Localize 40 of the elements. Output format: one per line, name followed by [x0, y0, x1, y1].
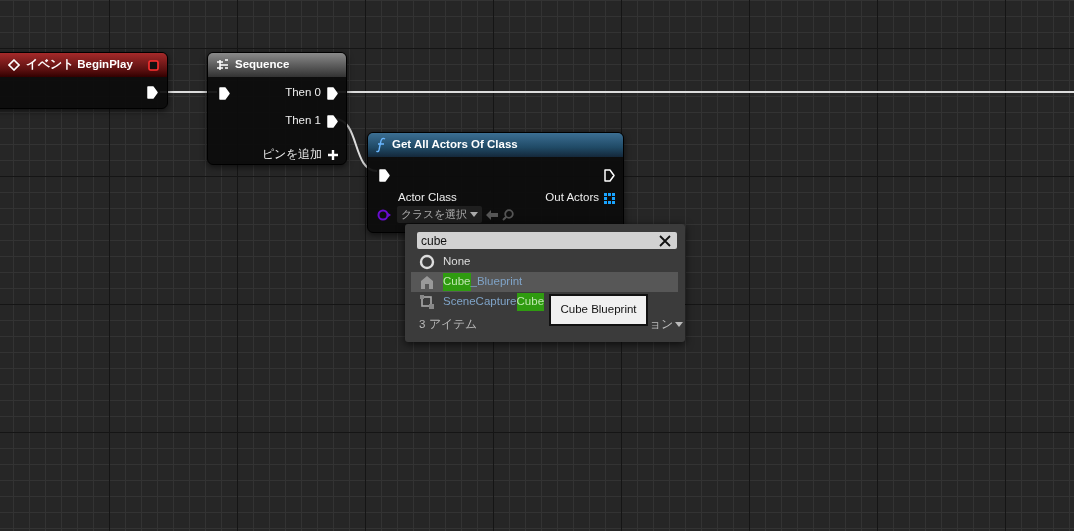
item-count: 3 アイテム	[419, 317, 477, 332]
pin-label: Out Actors	[545, 190, 599, 206]
node-title: イベント BeginPlay	[26, 57, 133, 73]
caret-icon	[675, 322, 683, 328]
graph-node[interactable]: イベント BeginPlay	[0, 52, 168, 109]
sequence-icon	[216, 59, 229, 71]
function-icon	[376, 137, 386, 153]
search-match: Cube	[443, 273, 471, 291]
pin-label: Then 0	[285, 85, 321, 101]
back-arrow-icon[interactable]	[486, 209, 498, 220]
array-pin-icon[interactable]	[604, 192, 615, 204]
capture-icon	[419, 294, 435, 310]
plus-icon[interactable]	[328, 149, 338, 160]
delegate-pin-icon[interactable]	[148, 59, 159, 71]
option-label: SceneCapture	[443, 294, 517, 310]
node-title: Get All Actors Of Class	[392, 137, 518, 153]
caret-icon	[470, 212, 478, 217]
exec-pin-icon[interactable]	[327, 114, 338, 128]
class-tooltip: Cube Blueprint	[549, 294, 648, 326]
option-label: None	[443, 254, 471, 270]
class-option[interactable]: None	[411, 252, 479, 272]
search-icon[interactable]	[502, 208, 514, 221]
circle-icon	[419, 254, 435, 270]
add-pin-label: ピンを追加	[262, 146, 322, 162]
view-options[interactable]: ョン	[649, 316, 683, 334]
diamond-icon	[8, 59, 20, 71]
exec-pin-icon[interactable]	[219, 86, 230, 100]
graph-node[interactable]: Sequence Then 0 Then 1 ピンを追加	[207, 52, 347, 165]
close-icon[interactable]	[659, 234, 671, 247]
node-title: Sequence	[235, 57, 290, 73]
pin-label: Then 1	[285, 113, 321, 129]
search-match: Cube	[516, 293, 545, 311]
exec-pin-icon[interactable]	[379, 168, 390, 182]
graph-node[interactable]: Get All Actors Of Class Actor Class Out Actors クラスを選択	[367, 132, 624, 233]
class-picker[interactable]: クラスを選択	[397, 206, 482, 223]
exec-pin-icon[interactable]	[327, 86, 338, 100]
exec-pin-icon[interactable]	[604, 168, 615, 182]
pin-label: Actor Class	[398, 190, 457, 206]
exec-pin-icon[interactable]	[147, 85, 158, 99]
house-icon	[419, 274, 435, 290]
